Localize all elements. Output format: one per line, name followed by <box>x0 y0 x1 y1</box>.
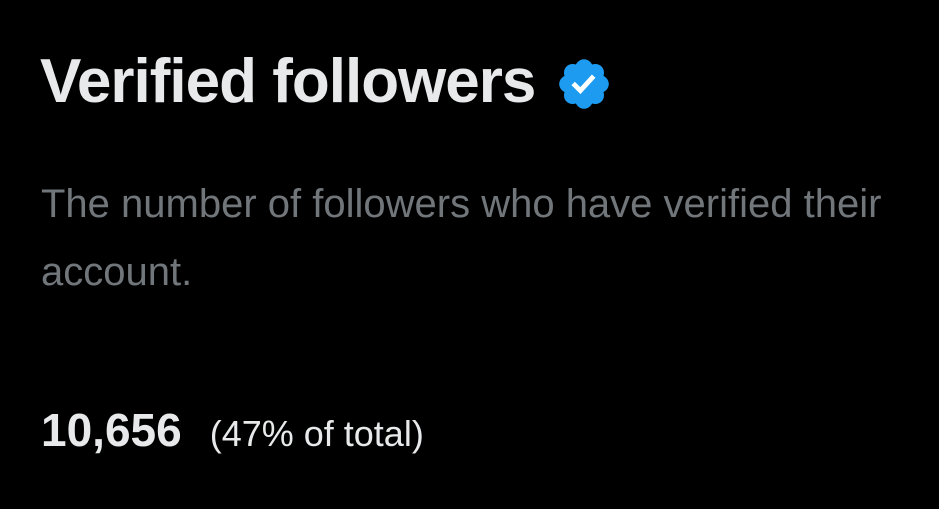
verified-badge-icon <box>555 55 613 113</box>
title-row: Verified followers <box>40 42 613 122</box>
verified-follower-count: 10,656 <box>41 404 182 456</box>
verified-followers-card: Verified followers The number of followe… <box>0 0 939 509</box>
page-title: Verified followers <box>40 47 536 116</box>
stats-row: 10,656 (47% of total) <box>41 398 424 466</box>
description-text: The number of followers who have verifie… <box>41 182 882 294</box>
percent-of-total: (47% of total) <box>209 413 424 454</box>
